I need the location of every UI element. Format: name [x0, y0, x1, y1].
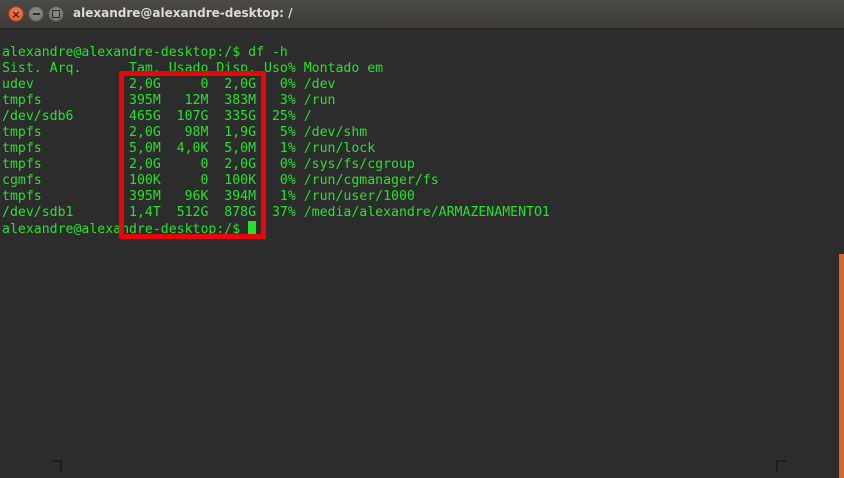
minimize-icon — [32, 13, 40, 15]
table-row: tmpfs 395M 12M 383M 3% /run — [2, 93, 336, 108]
resize-corner-right — [776, 460, 786, 472]
scrollbar-thumb[interactable] — [839, 254, 844, 478]
table-row: /dev/sdb6 465G 107G 335G 25% / — [2, 109, 312, 124]
terminal-window: × alexandre@alexandre-desktop: / alexand… — [0, 0, 844, 478]
shell-prompt: alexandre@alexandre-desktop:/$ — [2, 222, 249, 237]
close-button[interactable]: × — [8, 6, 24, 22]
close-icon: × — [11, 7, 21, 21]
terminal-output[interactable]: alexandre@alexandre-desktop:/$ df -h Sist… — [2, 45, 550, 237]
text-cursor — [248, 221, 257, 236]
window-title: alexandre@alexandre-desktop: / — [73, 6, 293, 20]
maximize-icon — [52, 10, 60, 18]
terminal-area[interactable]: alexandre@alexandre-desktop:/$ df -h Sist… — [0, 29, 844, 478]
table-header: Sist. Arq. Tam. Usado Disp. Uso% Montado… — [2, 61, 384, 76]
resize-corner-left — [52, 460, 62, 472]
table-row: tmpfs 5,0M 4,0K 5,0M 1% /run/lock — [2, 141, 376, 156]
prompt-line[interactable]: alexandre@alexandre-desktop:/$ — [2, 221, 550, 237]
table-row: tmpfs 2,0G 98M 1,9G 5% /dev/shm — [2, 125, 368, 140]
table-row: cgmfs 100K 0 100K 0% /run/cgmanager/fs — [2, 173, 439, 188]
maximize-button[interactable] — [48, 6, 64, 22]
minimize-button[interactable] — [28, 6, 44, 22]
table-row: tmpfs 2,0G 0 2,0G 0% /sys/fs/cgroup — [2, 157, 415, 172]
table-row: /dev/sdb1 1,4T 512G 878G 37% /media/alex… — [2, 205, 550, 220]
table-row: tmpfs 395M 96K 394M 1% /run/user/1000 — [2, 189, 415, 204]
title-bar[interactable]: × alexandre@alexandre-desktop: / — [0, 0, 844, 29]
table-row: udev 2,0G 0 2,0G 0% /dev — [2, 77, 336, 92]
command-line: alexandre@alexandre-desktop:/$ df -h — [2, 45, 288, 60]
